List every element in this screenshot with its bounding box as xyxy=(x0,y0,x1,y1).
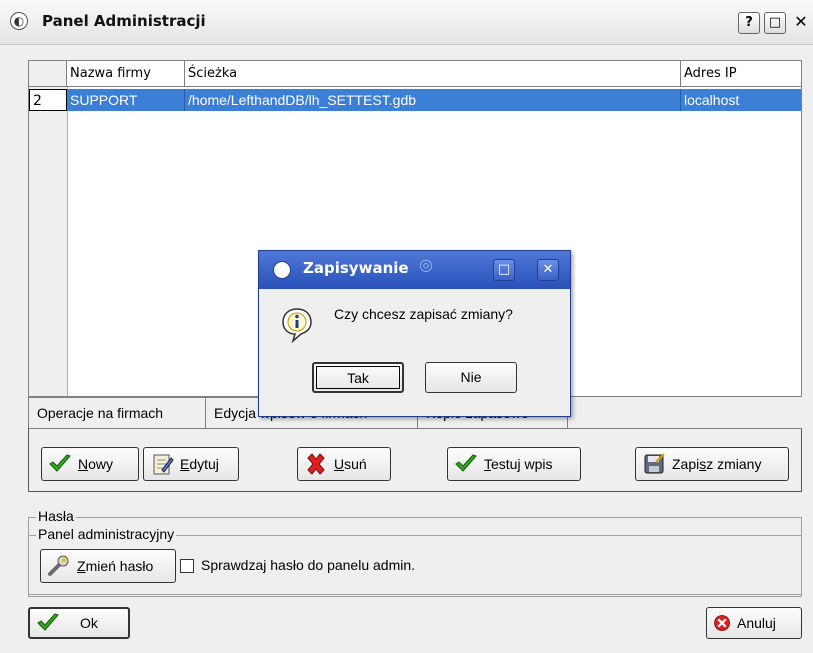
dialog-maximize-button[interactable]: □ xyxy=(493,259,515,281)
close-button[interactable]: ✕ xyxy=(790,12,812,34)
test-entry-button-label: Testuj wpis xyxy=(484,456,553,472)
wrench-icon xyxy=(48,555,69,576)
cell-ip[interactable]: localhost xyxy=(681,89,801,111)
tab-company-operations[interactable]: Operacje na firmach xyxy=(28,397,206,428)
dialog-titlebar[interactable]: Zapisywanie ◎ □ ✕ xyxy=(259,251,570,289)
ok-button-label: Ok xyxy=(80,615,98,631)
ok-button[interactable]: Ok xyxy=(28,607,130,639)
change-password-button[interactable]: Zmień hasło xyxy=(40,549,176,583)
checkmark-icon xyxy=(455,454,477,472)
cell-name[interactable]: SUPPORT xyxy=(67,89,185,111)
yes-button[interactable]: Tak xyxy=(312,362,404,393)
cell-path[interactable]: /home/LefthandDB/lh_SETTEST.gdb xyxy=(185,89,681,111)
app-icon: ◐ xyxy=(10,12,28,30)
corner-header xyxy=(29,61,67,87)
test-entry-button[interactable]: Testuj wpis xyxy=(447,447,581,481)
edit-button-label: Edytuj xyxy=(180,456,219,472)
row-number: 2 xyxy=(29,89,67,111)
swirl-icon: ◎ xyxy=(419,255,433,274)
dialog-message: Czy chcesz zapisać zmiany? xyxy=(334,306,513,322)
new-button[interactable]: Nowy xyxy=(41,447,139,481)
no-button[interactable]: Nie xyxy=(425,362,517,393)
info-icon xyxy=(282,308,312,343)
check-password-checkbox[interactable] xyxy=(180,559,194,573)
column-header-path[interactable]: Ścieżka xyxy=(185,61,681,87)
delete-button[interactable]: Usuń xyxy=(297,447,391,481)
maximize-button[interactable]: □ xyxy=(764,12,786,34)
dialog-close-button[interactable]: ✕ xyxy=(537,259,559,281)
dialog-title: Zapisywanie xyxy=(303,259,409,277)
change-password-label: Zmień hasło xyxy=(77,558,154,574)
cancel-button-label: Anuluj xyxy=(737,615,776,631)
save-changes-button[interactable]: Zapisz zmiany xyxy=(635,447,789,481)
tab-panel: Nowy Edytuj Usuń Testuj wpis Zapisz zmia… xyxy=(28,428,802,492)
check-password-label[interactable]: Sprawdzaj hasło do panelu admin. xyxy=(201,557,415,573)
window-titlebar[interactable]: ◐ Panel Administracji ? □ ✕ xyxy=(0,0,813,45)
passwords-group-label: Hasła xyxy=(36,508,76,524)
help-button[interactable]: ? xyxy=(738,12,760,34)
delete-x-icon xyxy=(307,453,325,475)
window-title: Panel Administracji xyxy=(42,12,206,30)
table-row[interactable]: 2 SUPPORT /home/LefthandDB/lh_SETTEST.gd… xyxy=(29,89,801,111)
save-changes-button-label: Zapisz zmiany xyxy=(672,456,762,472)
column-header-name[interactable]: Nazwa firmy xyxy=(67,61,185,87)
checkmark-icon xyxy=(49,454,71,472)
cancel-icon xyxy=(714,615,730,631)
edit-document-icon xyxy=(153,454,174,475)
checkmark-icon xyxy=(37,613,59,631)
save-disk-icon xyxy=(644,453,665,474)
new-button-label: Nowy xyxy=(78,456,114,472)
delete-button-label: Usuń xyxy=(334,456,367,472)
column-header-ip[interactable]: Adres IP xyxy=(681,61,801,87)
save-dialog: Zapisywanie ◎ □ ✕ Czy chcesz zapisać zmi… xyxy=(258,250,571,417)
admin-panel-subgroup-label: Panel administracyjny xyxy=(36,526,177,542)
dialog-app-icon xyxy=(273,261,291,279)
cancel-button[interactable]: Anuluj xyxy=(706,607,802,639)
admin-panel-window: ◐ Panel Administracji ? □ ✕ Nazwa firmy … xyxy=(0,0,813,653)
edit-button[interactable]: Edytuj xyxy=(143,447,239,481)
